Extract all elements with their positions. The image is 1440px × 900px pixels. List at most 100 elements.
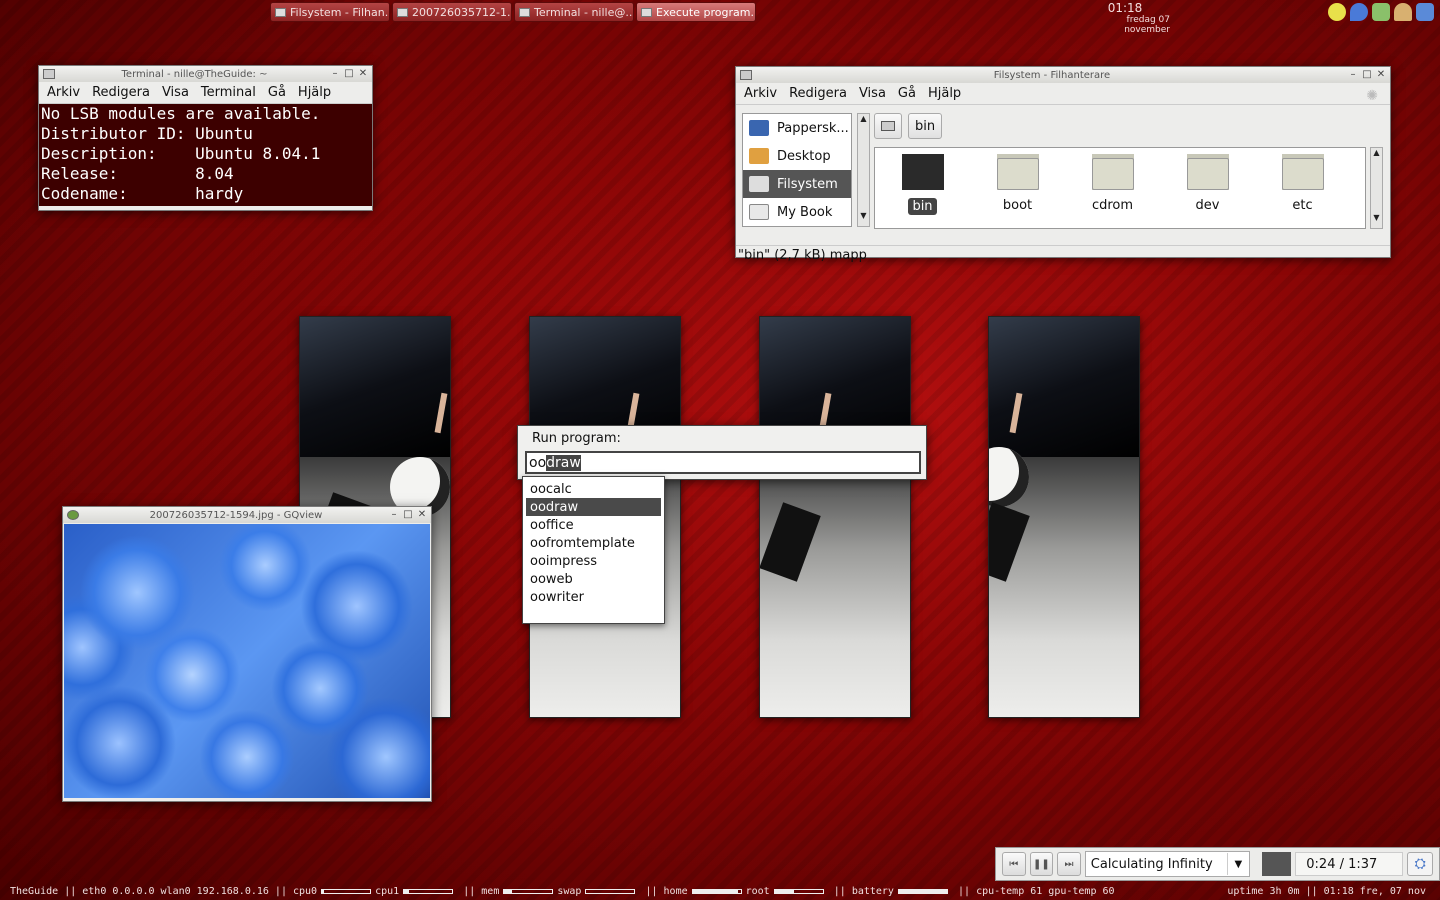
sidebar-item-mybook[interactable]: My Book [743, 198, 851, 226]
folder-label: dev [1195, 198, 1220, 213]
completion-item[interactable]: oocalc [526, 480, 661, 498]
photo-panel[interactable] [759, 316, 911, 718]
folder-cdrom[interactable]: cdrom [1065, 154, 1160, 228]
taskbar: Filsystem - Filhan... 200726035712-1... … [270, 2, 756, 24]
run-program-dialog: Run program: oo draw [517, 425, 927, 480]
player-settings-icon[interactable]: ⛭ [1407, 852, 1434, 876]
menu-ga[interactable]: Gå [264, 83, 290, 102]
sidebar-item-desktop[interactable]: Desktop [743, 142, 851, 170]
track-selector[interactable]: Calculating Infinity ▼ [1084, 851, 1250, 877]
filemanager-statusbar: "bin" (2,7 kB) mapp [736, 245, 1390, 265]
completion-list: oocalc oodraw ooffice oofromtemplate ooi… [522, 476, 665, 624]
minimize-icon[interactable]: – [389, 510, 399, 520]
minimize-icon[interactable]: – [1348, 70, 1358, 80]
maximize-icon[interactable]: □ [344, 69, 354, 79]
completion-item[interactable]: ooimpress [526, 552, 661, 570]
update-notifier-icon[interactable] [1328, 3, 1346, 21]
folder-bin[interactable]: bin [875, 154, 970, 228]
menu-visa[interactable]: Visa [855, 84, 890, 103]
meter-fill [774, 890, 794, 893]
task-label: Execute program... [656, 5, 756, 19]
sidebar-scrollbar[interactable]: ▲ ▼ [857, 113, 870, 227]
media-player: ⏮ ❚❚ ⏭ Calculating Infinity ▼ 0:24 / 1:3… [995, 847, 1440, 881]
menu-redigera[interactable]: Redigera [785, 84, 851, 103]
folder-dev[interactable]: dev [1160, 154, 1255, 228]
folder-boot[interactable]: boot [970, 154, 1065, 228]
minimize-icon[interactable]: – [330, 69, 340, 79]
meter-label: swap [557, 886, 582, 897]
scroll-down-icon[interactable]: ▼ [858, 211, 869, 220]
cpu1-meter [403, 889, 454, 894]
filemanager-titlebar[interactable]: Filsystem - Filhanterare – □ ✕ [736, 67, 1390, 83]
meter-label: cpu1 [375, 886, 400, 897]
task-run-program[interactable]: Execute program... [636, 2, 756, 22]
scroll-up-icon[interactable]: ▲ [1371, 148, 1382, 157]
cpu0-meter [321, 889, 372, 894]
menu-visa[interactable]: Visa [158, 83, 193, 102]
gqview-icon [67, 510, 79, 520]
menu-hjalp[interactable]: Hjälp [294, 83, 335, 102]
menu-terminal[interactable]: Terminal [197, 83, 260, 102]
maximize-icon[interactable]: □ [403, 510, 413, 520]
menu-redigera[interactable]: Redigera [88, 83, 154, 102]
task-label: Filsystem - Filhan... [290, 5, 390, 19]
folder-scrollbar[interactable]: ▲ ▼ [1370, 147, 1383, 229]
folder-view: bin boot cdrom dev etc [874, 147, 1366, 229]
scroll-up-icon[interactable]: ▲ [858, 114, 869, 123]
menu-hjalp[interactable]: Hjälp [924, 84, 965, 103]
close-icon[interactable]: ✕ [417, 510, 427, 520]
panel-clock[interactable]: 01:18 fredag 07 november [1080, 1, 1170, 35]
gqview-titlebar[interactable]: 200726035712-1594.jpg - GQview – □ ✕ [63, 507, 431, 523]
meter-label: battery [851, 886, 894, 897]
trash-icon [749, 120, 769, 136]
menu-arkiv[interactable]: Arkiv [43, 83, 84, 102]
home-meter [691, 889, 742, 894]
completion-item[interactable]: ooffice [526, 516, 661, 534]
terminal-line: No LSB modules are available. [41, 104, 321, 123]
image-view[interactable] [64, 524, 430, 798]
completion-item[interactable]: oowriter [526, 588, 661, 606]
network-manager-icon[interactable] [1372, 3, 1390, 21]
drive-icon [749, 176, 769, 192]
places-sidebar: Pappersk... Desktop Filsystem My Book [742, 113, 852, 227]
photo-panel[interactable] [988, 316, 1140, 718]
user-icon[interactable] [1394, 3, 1412, 21]
system-statusbar: TheGuide || eth0 0.0.0.0 wlan0 192.168.0… [10, 886, 1426, 897]
completion-item[interactable]: oodraw [526, 498, 661, 516]
task-filemanager[interactable]: Filsystem - Filhan... [270, 2, 390, 22]
network-drop-icon[interactable] [1350, 3, 1368, 21]
close-icon[interactable]: ✕ [358, 69, 368, 79]
previous-track-button[interactable]: ⏮ [1002, 852, 1026, 876]
task-label: 200726035712-1... [412, 5, 512, 19]
window-title: 200726035712-1594.jpg - GQview [149, 509, 323, 521]
task-gqview[interactable]: 200726035712-1... [392, 2, 512, 22]
maximize-icon[interactable]: □ [1362, 70, 1372, 80]
menu-ga[interactable]: Gå [894, 84, 920, 103]
sidebar-item-label: Pappersk... [777, 120, 849, 136]
run-program-input[interactable]: oo draw [525, 451, 921, 474]
next-track-button[interactable]: ⏭ [1057, 852, 1081, 876]
completion-item[interactable]: oofromtemplate [526, 534, 661, 552]
folder-icon [901, 154, 944, 190]
run-program-label: Run program: [532, 431, 621, 446]
window-icon [641, 7, 652, 17]
menu-arkiv[interactable]: Arkiv [740, 84, 781, 103]
terminal-output[interactable]: No LSB modules are available. Distributor… [39, 104, 372, 206]
scroll-down-icon[interactable]: ▼ [1371, 213, 1382, 222]
sidebar-item-filsystem[interactable]: Filsystem [743, 170, 851, 198]
battery-meter [897, 889, 948, 894]
path-root-button[interactable] [874, 113, 902, 139]
terminal-titlebar[interactable]: Terminal - nille@TheGuide: ~ – □ ✕ [39, 66, 372, 82]
task-terminal[interactable]: Terminal - nille@... [514, 2, 634, 22]
workspace-icon[interactable] [1416, 3, 1434, 21]
terminal-line: Description: Ubuntu 8.04.1 [41, 144, 321, 163]
folder-etc[interactable]: etc [1255, 154, 1350, 228]
folder-icon [740, 70, 752, 80]
sidebar-item-trash[interactable]: Pappersk... [743, 114, 851, 142]
close-icon[interactable]: ✕ [1376, 70, 1386, 80]
meter-label: cpu0 [293, 886, 318, 897]
folder-icon [996, 154, 1039, 190]
pause-button[interactable]: ❚❚ [1029, 852, 1054, 876]
path-bin-button[interactable]: bin [908, 113, 943, 139]
completion-item[interactable]: ooweb [526, 570, 661, 588]
